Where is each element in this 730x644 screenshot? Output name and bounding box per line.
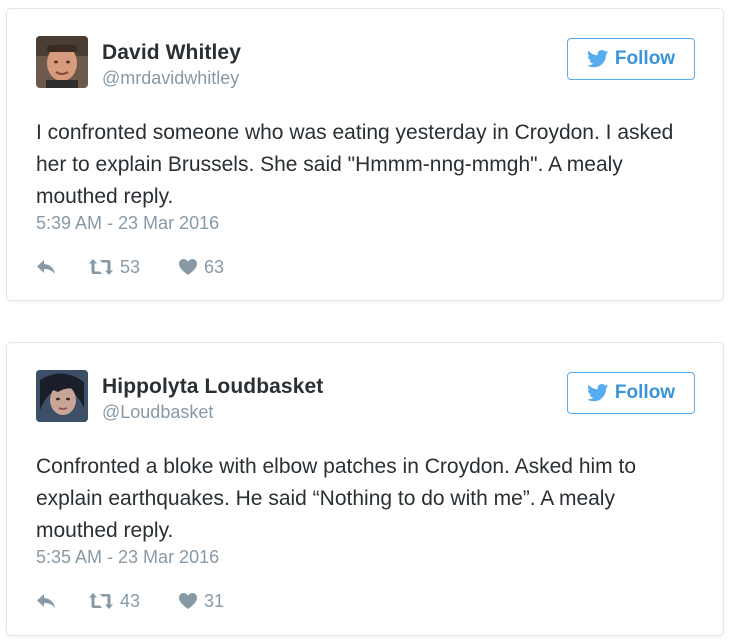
retweet-count: 43 (120, 590, 141, 611)
tweet-actions: 43 31 (36, 589, 224, 613)
retweet-count: 53 (120, 256, 141, 277)
follow-button[interactable]: Follow (567, 372, 695, 414)
reply-icon (36, 593, 56, 609)
retweet-icon (88, 592, 114, 610)
heart-icon (178, 258, 198, 276)
like-count: 31 (204, 590, 225, 611)
tweet-card: David Whitley @mrdavidwhitley Follow I c… (6, 8, 724, 301)
author-handle[interactable]: @Loudbasket (102, 402, 213, 423)
twitter-bird-icon (586, 384, 609, 402)
retweet-button[interactable]: 53 (88, 257, 178, 278)
follow-label: Follow (614, 48, 676, 69)
twitter-bird-icon (586, 50, 609, 68)
reply-icon (36, 259, 56, 275)
retweet-button[interactable]: 43 (88, 591, 178, 612)
author-name[interactable]: Hippolyta Loudbasket (102, 375, 323, 399)
like-button[interactable]: 63 (178, 257, 224, 278)
tweet-timestamp[interactable]: 5:39 AM - 23 Mar 2016 (36, 213, 219, 234)
author-name[interactable]: David Whitley (102, 41, 241, 65)
like-count: 63 (204, 256, 225, 277)
tweet-actions: 53 63 (36, 255, 224, 279)
like-button[interactable]: 31 (178, 591, 224, 612)
follow-label: Follow (614, 382, 676, 403)
avatar[interactable] (36, 36, 88, 88)
avatar[interactable] (36, 370, 88, 422)
reply-button[interactable] (36, 259, 88, 275)
tweet-card: Hippolyta Loudbasket @Loudbasket Follow … (6, 342, 724, 636)
tweet-text: Confronted a bloke with elbow patches in… (36, 455, 637, 542)
author-handle[interactable]: @mrdavidwhitley (102, 68, 239, 89)
follow-button[interactable]: Follow (567, 38, 695, 80)
reply-button[interactable] (36, 593, 88, 609)
tweet-text: I confronted someone who was eating yest… (36, 121, 674, 208)
retweet-icon (88, 258, 114, 276)
tweet-timestamp[interactable]: 5:35 AM - 23 Mar 2016 (36, 547, 219, 568)
heart-icon (178, 592, 198, 610)
